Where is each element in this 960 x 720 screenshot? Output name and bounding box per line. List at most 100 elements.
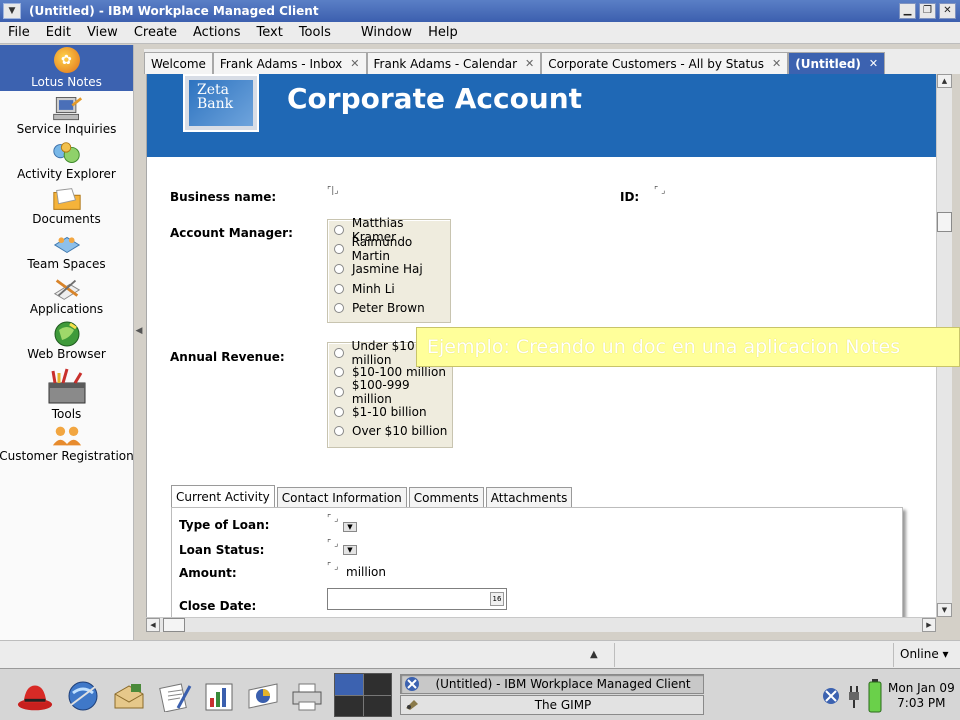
- tab-calendar[interactable]: Frank Adams - Calendar ✕: [366, 52, 542, 74]
- taskbar-item-label: (Untitled) - IBM Workplace Managed Clien…: [435, 677, 691, 691]
- calendar-icon[interactable]: 16: [490, 592, 504, 606]
- tab-untitled[interactable]: (Untitled) ✕: [788, 52, 886, 74]
- sidebar-item-applications[interactable]: Applications: [0, 271, 133, 316]
- power-plug-icon[interactable]: [848, 684, 860, 711]
- activity-tabs: Current Activity Contact Information Com…: [171, 485, 574, 507]
- tab-attachments[interactable]: Attachments: [485, 487, 573, 507]
- horizontal-scrollbar[interactable]: ◀ ▶: [146, 617, 936, 632]
- close-tab-icon[interactable]: ✕: [525, 57, 534, 70]
- sidebar-item-customer-registration[interactable]: Customer Registration: [0, 421, 134, 463]
- radio-icon: [334, 426, 344, 437]
- loan-status-field[interactable]: ⌜ ⌟: [327, 539, 338, 549]
- close-tab-icon[interactable]: ✕: [869, 57, 878, 70]
- sidebar-item-service-inquiries[interactable]: Service Inquiries: [0, 91, 133, 136]
- sidebar-item-web-browser[interactable]: Web Browser: [0, 316, 133, 361]
- presentation-launcher-icon[interactable]: [244, 677, 282, 715]
- tab-current-activity[interactable]: Current Activity: [171, 485, 275, 507]
- menu-tools[interactable]: Tools: [291, 25, 339, 40]
- close-tab-icon[interactable]: ✕: [772, 57, 781, 70]
- workspace-2[interactable]: [363, 674, 391, 695]
- taskbar-item-gimp[interactable]: The GIMP: [400, 695, 704, 715]
- redhat-menu-icon[interactable]: [16, 677, 54, 715]
- close-tab-icon[interactable]: ✕: [350, 57, 359, 70]
- battery-icon[interactable]: [868, 679, 882, 716]
- radio-icon: [334, 406, 344, 417]
- spreadsheet-launcher-icon[interactable]: [200, 677, 238, 715]
- caption-overlay: Ejemplo: Creando un doc en una aplicacio…: [416, 327, 960, 367]
- workspace-1[interactable]: [335, 674, 363, 695]
- close-date-input[interactable]: 16: [327, 588, 507, 610]
- type-of-loan-label: Type of Loan:: [179, 518, 270, 532]
- option-label: Jasmine Haj: [352, 261, 423, 276]
- type-of-loan-field[interactable]: ⌜ ⌟: [327, 514, 338, 524]
- tab-inbox[interactable]: Frank Adams - Inbox ✕: [212, 52, 367, 74]
- clock-date: Mon Jan 09: [888, 681, 955, 695]
- network-status-icon[interactable]: [822, 687, 840, 708]
- radio-icon: [334, 224, 344, 235]
- account-manager-option[interactable]: Raimundo Martin: [328, 235, 450, 263]
- scroll-right-icon[interactable]: ▶: [922, 618, 936, 632]
- window-title: (Untitled) - IBM Workplace Managed Clien…: [29, 4, 319, 18]
- tab-welcome[interactable]: Welcome: [144, 52, 213, 74]
- option-label: Peter Brown: [352, 301, 425, 316]
- taskbar-item-workplace[interactable]: (Untitled) - IBM Workplace Managed Clien…: [400, 674, 704, 694]
- id-label: ID:: [620, 190, 640, 204]
- menu-view[interactable]: View: [79, 25, 126, 40]
- revenue-option[interactable]: Over $10 billion: [328, 421, 452, 441]
- loan-status-dropdown-icon[interactable]: ▼: [343, 545, 357, 555]
- account-manager-group: Matthias Kramer Raimundo Martin Jasmine …: [327, 216, 451, 323]
- menu-text[interactable]: Text: [249, 25, 291, 40]
- revenue-option[interactable]: $100-999 million: [328, 378, 452, 406]
- sidebar-item-activity-explorer[interactable]: Activity Explorer: [0, 136, 133, 181]
- window-menu-button[interactable]: ▼: [3, 3, 21, 19]
- scroll-left-icon[interactable]: ◀: [146, 618, 160, 632]
- scroll-thumb[interactable]: [163, 618, 185, 632]
- scroll-up-icon[interactable]: ▲: [937, 74, 952, 88]
- scroll-down-icon[interactable]: ▼: [937, 603, 952, 617]
- menu-file[interactable]: File: [0, 25, 38, 40]
- sidebar-collapse-handle[interactable]: ◀: [134, 318, 144, 344]
- scroll-thumb[interactable]: [937, 212, 952, 232]
- menu-create[interactable]: Create: [126, 25, 185, 40]
- option-label: Over $10 billion: [352, 424, 448, 439]
- system-tray: [822, 679, 882, 716]
- printer-launcher-icon[interactable]: [288, 677, 326, 715]
- mail-launcher-icon[interactable]: [110, 677, 148, 715]
- account-manager-label: Account Manager:: [170, 226, 293, 240]
- browser-launcher-icon[interactable]: [64, 677, 102, 715]
- sidebar-item-tools[interactable]: Tools: [0, 361, 133, 421]
- workspace-pager[interactable]: [334, 673, 392, 717]
- menu-edit[interactable]: Edit: [38, 25, 79, 40]
- workplace-app-icon: [401, 676, 423, 692]
- restore-button[interactable]: ❐: [919, 3, 936, 19]
- online-status-menu[interactable]: Online ▾: [900, 647, 949, 661]
- account-manager-option[interactable]: Peter Brown: [328, 298, 450, 318]
- menu-window[interactable]: Window: [353, 25, 420, 40]
- clock[interactable]: Mon Jan 09 7:03 PM: [888, 681, 955, 711]
- team-icon: [51, 231, 83, 257]
- writer-launcher-icon[interactable]: [155, 677, 193, 715]
- status-expand-icon[interactable]: ▲: [590, 649, 598, 660]
- tab-corporate-customers[interactable]: Corporate Customers - All by Status ✕: [541, 52, 789, 74]
- sidebar-item-documents[interactable]: Documents: [0, 181, 133, 226]
- account-manager-option[interactable]: Minh Li: [328, 279, 450, 299]
- close-window-button[interactable]: ✕: [939, 3, 956, 19]
- workspace-3[interactable]: [335, 695, 363, 716]
- menu-help[interactable]: Help: [420, 25, 466, 40]
- tab-comments[interactable]: Comments: [408, 487, 484, 507]
- lotus-notes-icon: ✿: [53, 47, 80, 73]
- business-name-field[interactable]: ⌜|⌟: [327, 186, 367, 204]
- computer-icon: [51, 96, 83, 122]
- id-field[interactable]: ⌜ ⌟: [654, 186, 684, 204]
- sidebar-item-lotus-notes[interactable]: ✿ Lotus Notes: [0, 45, 133, 91]
- sidebar-item-label: Customer Registration: [0, 449, 134, 463]
- minimize-button[interactable]: ▁: [899, 3, 916, 19]
- type-of-loan-dropdown-icon[interactable]: ▼: [343, 522, 357, 532]
- business-name-label: Business name:: [170, 190, 277, 204]
- sidebar-item-team-spaces[interactable]: Team Spaces: [0, 226, 133, 271]
- amount-field[interactable]: ⌜ ⌟: [327, 562, 338, 572]
- tab-contact-information[interactable]: Contact Information: [276, 487, 407, 507]
- workspace-4[interactable]: [363, 695, 391, 716]
- menu-actions[interactable]: Actions: [185, 25, 249, 40]
- annual-revenue-label: Annual Revenue:: [170, 350, 285, 364]
